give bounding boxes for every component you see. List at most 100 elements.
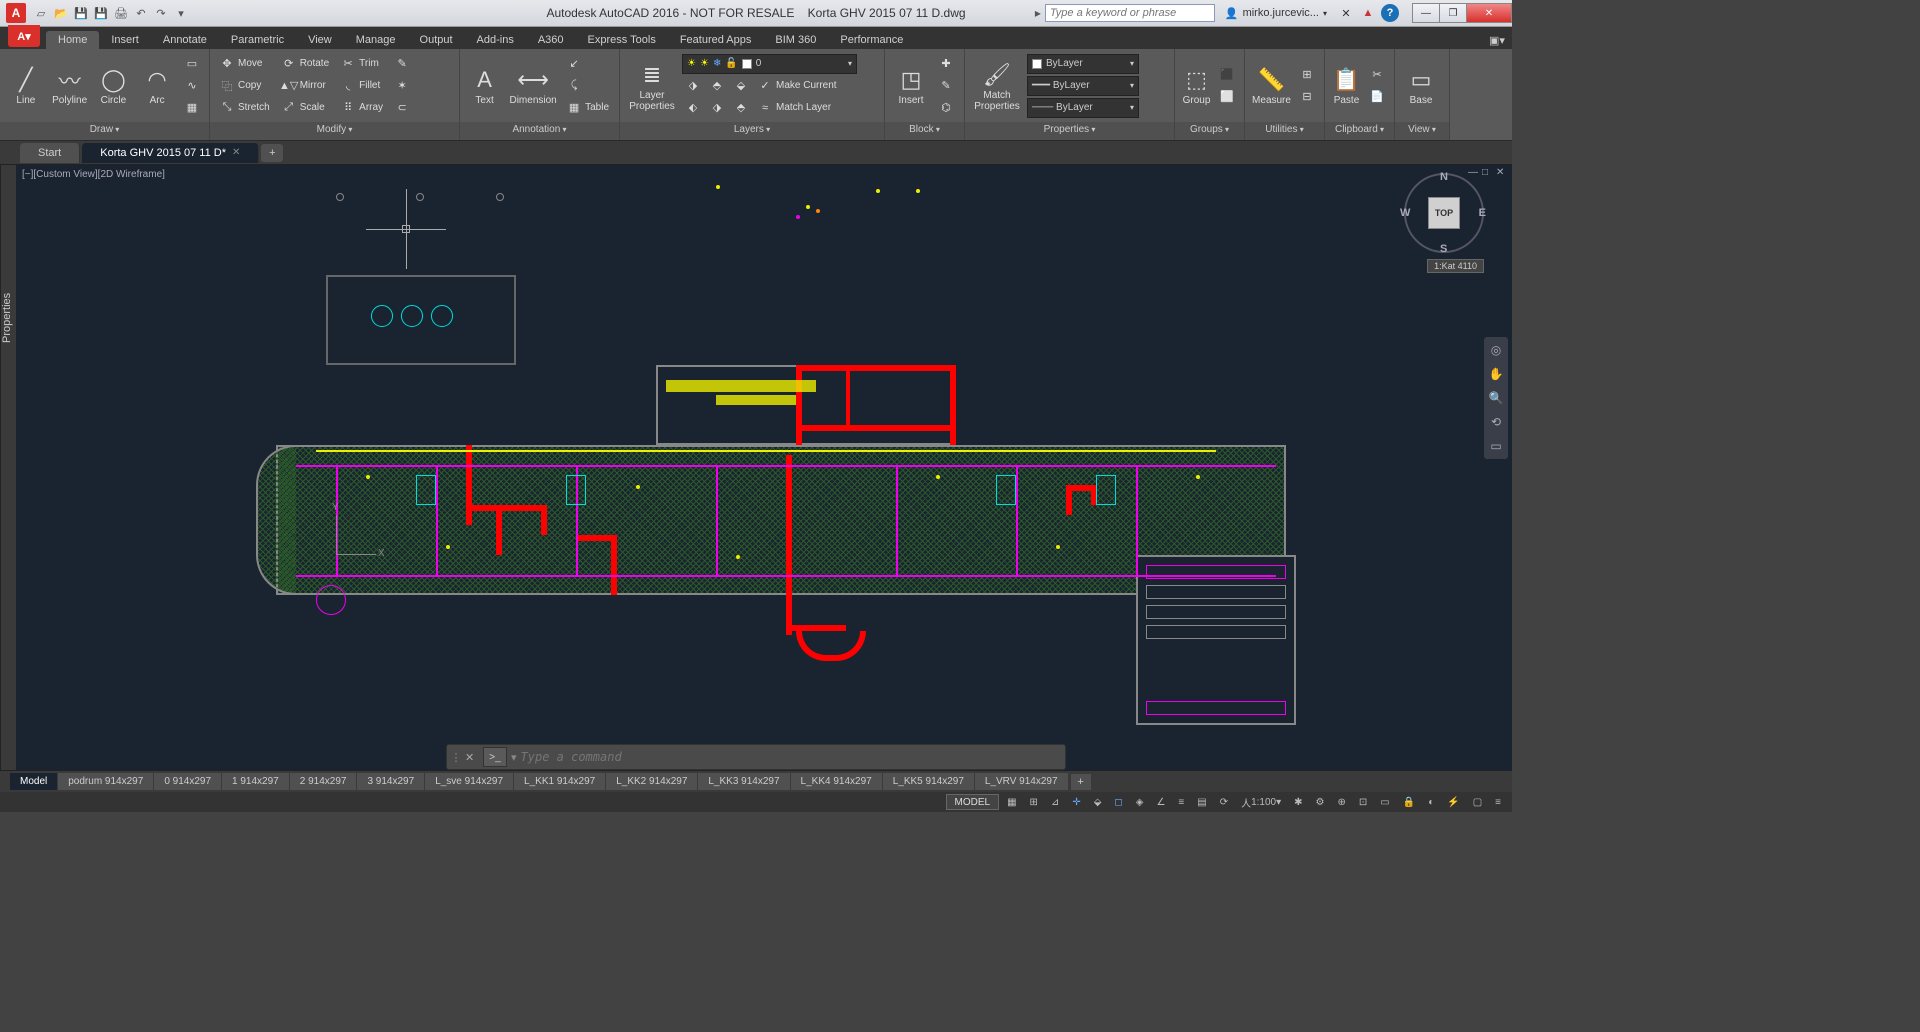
panel-title-properties[interactable]: Properties: [965, 122, 1174, 140]
open-icon[interactable]: 📂: [52, 4, 70, 22]
group-edit-icon[interactable]: ⬜: [1216, 87, 1238, 107]
annotation-visibility-toggle[interactable]: ✱: [1289, 794, 1307, 810]
arc-button[interactable]: ◠Arc: [137, 53, 177, 119]
transparency-toggle[interactable]: ▤: [1192, 794, 1211, 810]
layout-tab[interactable]: L_VRV 914x297: [975, 773, 1068, 790]
offset-icon[interactable]: ⊂: [391, 98, 413, 118]
viewcube[interactable]: TOP N S E W: [1404, 173, 1484, 253]
group-button[interactable]: ⬚Group: [1181, 53, 1212, 119]
panel-title-block[interactable]: Block: [885, 122, 964, 140]
explode-icon[interactable]: ✶: [391, 76, 413, 96]
infocenter-arrow-icon[interactable]: ▸: [1035, 6, 1041, 20]
view-label[interactable]: [−][Custom View][2D Wireframe]: [22, 169, 165, 180]
cmdline-close-icon[interactable]: ✕: [465, 751, 479, 764]
layout-tab-model[interactable]: Model: [10, 773, 57, 790]
lineweight-toggle[interactable]: ≡: [1173, 794, 1189, 810]
tab-bim360[interactable]: BIM 360: [763, 31, 828, 49]
maximize-button[interactable]: ❐: [1439, 3, 1467, 23]
layer-icon4[interactable]: ⬖: [682, 98, 704, 118]
3dosnap-toggle[interactable]: ◈: [1131, 794, 1149, 810]
layer-properties-button[interactable]: ≣Layer Properties: [626, 53, 678, 119]
create-icon[interactable]: ✚: [935, 54, 957, 74]
insert-button[interactable]: ◳Insert: [891, 53, 931, 119]
app-icon[interactable]: A: [6, 3, 26, 23]
properties-palette-tab[interactable]: Properties: [0, 165, 16, 770]
layer-icon2[interactable]: ⬘: [706, 76, 728, 96]
minimize-button[interactable]: —: [1412, 3, 1440, 23]
osnap-toggle[interactable]: ◻: [1109, 794, 1127, 810]
tab-home[interactable]: Home: [46, 31, 99, 49]
grid-toggle[interactable]: ▦: [1002, 794, 1021, 810]
panel-title-utilities[interactable]: Utilities: [1245, 122, 1324, 140]
tab-a360[interactable]: A360: [526, 31, 576, 49]
command-input[interactable]: [521, 750, 1065, 764]
isodraft-toggle[interactable]: ⬙: [1089, 794, 1107, 810]
array-button[interactable]: ⠿Array: [337, 98, 387, 118]
paste-button[interactable]: 📋Paste: [1331, 53, 1362, 119]
tab-start[interactable]: Start: [20, 143, 80, 163]
trim-button[interactable]: ✂Trim: [337, 54, 387, 74]
signin-button[interactable]: 👤 mirko.jurcevic... ▾: [1219, 2, 1333, 24]
color-dropdown[interactable]: ByLayer▾: [1027, 54, 1139, 74]
layer-icon5[interactable]: ⬗: [706, 98, 728, 118]
rect-icon[interactable]: ▭: [181, 54, 203, 74]
polar-toggle[interactable]: ✛: [1067, 794, 1085, 810]
close-button[interactable]: ✕: [1466, 3, 1512, 23]
otrack-toggle[interactable]: ∠: [1151, 794, 1170, 810]
undo-icon[interactable]: ↶: [132, 4, 150, 22]
viewcube-s[interactable]: S: [1440, 243, 1447, 255]
move-button[interactable]: ✥Move: [216, 54, 274, 74]
hatch-icon[interactable]: ▦: [181, 98, 203, 118]
panel-title-draw[interactable]: Draw: [0, 122, 209, 140]
leader-icon[interactable]: ↙: [563, 54, 613, 74]
hardware-accel-toggle[interactable]: ⚡: [1442, 794, 1464, 810]
panel-title-annotation[interactable]: Annotation: [460, 122, 619, 140]
util-icon2[interactable]: ⊟: [1296, 87, 1318, 107]
viewcube-n[interactable]: N: [1440, 171, 1448, 183]
layer-icon3[interactable]: ⬙: [730, 76, 752, 96]
panel-title-clipboard[interactable]: Clipboard: [1325, 122, 1394, 140]
tab-parametric[interactable]: Parametric: [219, 31, 296, 49]
tab-express[interactable]: Express Tools: [576, 31, 668, 49]
viewcube-w[interactable]: W: [1400, 207, 1410, 219]
mirror-button[interactable]: ▲▽Mirror: [278, 76, 333, 96]
copy-clip-icon[interactable]: 📄: [1366, 87, 1388, 107]
close-tab-icon[interactable]: ✕: [232, 147, 240, 158]
add-layout-button[interactable]: +: [1071, 774, 1091, 790]
layer-icon6[interactable]: ⬘: [730, 98, 752, 118]
plot-icon[interactable]: 🖨: [112, 4, 130, 22]
ungroup-icon[interactable]: ⬛: [1216, 65, 1238, 85]
quick-properties-toggle[interactable]: ▭: [1375, 794, 1394, 810]
cmdline-prompt-icon[interactable]: >_: [483, 747, 507, 767]
qat-more-icon[interactable]: ▾: [172, 4, 190, 22]
command-line[interactable]: ⋮ ✕ >_ ▾: [446, 744, 1066, 770]
exchange-icon[interactable]: ✕: [1337, 4, 1355, 22]
annotation-scale[interactable]: 人 1:100 ▾: [1236, 794, 1286, 810]
layout-tab[interactable]: L_sve 914x297: [425, 773, 513, 790]
layout-tab[interactable]: 1 914x297: [222, 773, 289, 790]
app-menu-button[interactable]: A▾: [8, 25, 40, 47]
match-properties-button[interactable]: 🖌Match Properties: [971, 53, 1023, 119]
help-icon[interactable]: ?: [1381, 4, 1399, 22]
tab-performance[interactable]: Performance: [828, 31, 915, 49]
mleader-icon[interactable]: ⤹: [563, 76, 613, 96]
panel-title-groups[interactable]: Groups: [1175, 122, 1244, 140]
drawing-area[interactable]: [−][Custom View][2D Wireframe] — □ ✕: [16, 165, 1512, 770]
line-button[interactable]: ╱Line: [6, 53, 46, 119]
lock-ui-toggle[interactable]: 🔒: [1398, 794, 1420, 810]
layout-tab[interactable]: L_KK1 914x297: [514, 773, 605, 790]
showmotion-icon[interactable]: ▭: [1487, 437, 1505, 455]
panel-title-layers[interactable]: Layers: [620, 122, 884, 140]
tab-insert[interactable]: Insert: [99, 31, 151, 49]
wcs-label[interactable]: 1:Kat 4110: [1427, 259, 1484, 273]
make-current-button[interactable]: ✓Make Current: [754, 76, 841, 96]
layout-tab[interactable]: podrum 914x297: [58, 773, 153, 790]
zoom-icon[interactable]: 🔍: [1487, 389, 1505, 407]
match-layer-button[interactable]: ≈Match Layer: [754, 98, 835, 118]
tab-featured[interactable]: Featured Apps: [668, 31, 764, 49]
cut-icon[interactable]: ✂: [1366, 65, 1388, 85]
edit-icon[interactable]: ✎: [935, 76, 957, 96]
steering-wheel-icon[interactable]: ◎: [1487, 341, 1505, 359]
clean-screen-toggle[interactable]: ▢: [1468, 794, 1487, 810]
base-button[interactable]: ▭Base: [1401, 53, 1441, 119]
